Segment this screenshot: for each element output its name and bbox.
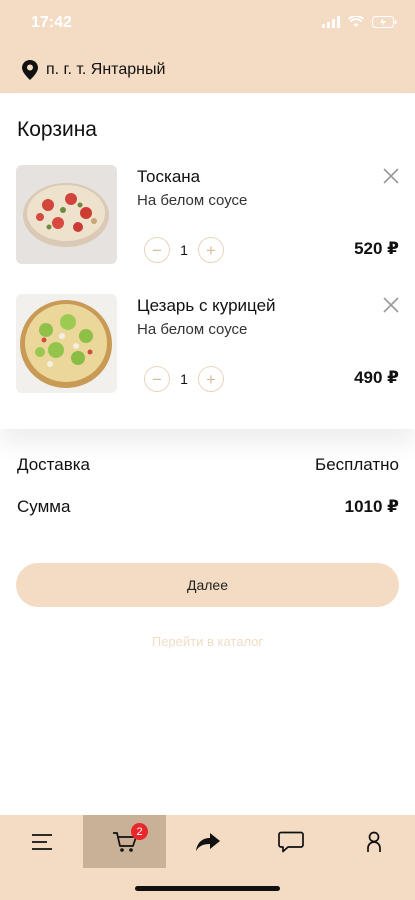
delivery-value: Бесплатно — [315, 455, 399, 474]
remove-item-button[interactable] — [380, 294, 402, 316]
decrease-quantity-button[interactable]: − — [144, 366, 170, 392]
quantity-stepper: − 1 + — [144, 237, 224, 263]
decrease-quantity-button[interactable]: − — [144, 237, 170, 263]
location-text: п. г. т. Янтарный — [46, 61, 166, 78]
pizza-toscana-image — [16, 165, 117, 264]
location-selector[interactable]: п. г. т. Янтарный — [22, 60, 165, 80]
item-description: На белом соусе — [137, 321, 248, 338]
cart-item: Тоскана На белом соусе − 1 + 520 ₽ — [0, 165, 415, 275]
item-description: На белом соусе — [137, 192, 248, 209]
remove-item-button[interactable] — [380, 165, 402, 187]
menu-icon — [31, 833, 52, 850]
plus-icon: + — [206, 369, 216, 389]
plus-icon: + — [206, 240, 216, 260]
chat-icon — [277, 831, 304, 852]
profile-icon — [366, 831, 381, 852]
status-bar: 17:42 — [0, 0, 415, 46]
total-label: Сумма — [17, 497, 71, 516]
signal-icon — [322, 16, 340, 28]
map-pin-icon — [22, 60, 38, 80]
minus-icon: − — [152, 369, 162, 389]
delivery-label: Доставка — [17, 455, 91, 474]
tab-share[interactable] — [166, 815, 249, 868]
tab-cart[interactable]: 2 — [83, 815, 166, 868]
close-icon — [383, 297, 399, 313]
header: 17:42 п. г. т. Янтарный — [0, 0, 415, 93]
cart-item: Цезарь с курицей На белом соусе − 1 + 49… — [0, 294, 415, 404]
item-price: 520 ₽ — [354, 239, 399, 258]
item-name: Цезарь с курицей — [137, 296, 276, 315]
share-icon — [195, 832, 220, 851]
close-icon — [383, 168, 399, 184]
pizza-caesar-image — [16, 294, 117, 393]
next-button[interactable]: Далее — [16, 563, 399, 607]
status-time: 17:42 — [31, 14, 72, 31]
increase-quantity-button[interactable]: + — [198, 366, 224, 392]
tab-profile[interactable] — [332, 815, 415, 868]
cart-card: Корзина Тоскана На белом соусе − 1 + 520… — [0, 93, 415, 429]
tab-menu[interactable] — [0, 815, 83, 868]
battery-icon — [372, 16, 397, 28]
item-name: Тоскана — [137, 167, 201, 186]
increase-quantity-button[interactable]: + — [198, 237, 224, 263]
total-row: Сумма 1010 ₽ — [17, 497, 399, 517]
go-to-catalog-link[interactable]: Перейти в каталог — [0, 634, 415, 649]
home-indicator — [135, 886, 280, 891]
quantity-value: 1 — [180, 371, 188, 387]
item-price: 490 ₽ — [354, 368, 399, 387]
cart-title: Корзина — [17, 118, 97, 141]
minus-icon: − — [152, 240, 162, 260]
status-icons — [322, 16, 397, 28]
quantity-stepper: − 1 + — [144, 366, 224, 392]
delivery-row: Доставка Бесплатно — [17, 455, 399, 475]
wifi-icon — [348, 16, 364, 27]
tab-chat[interactable] — [249, 815, 332, 868]
total-value: 1010 ₽ — [344, 497, 399, 516]
cart-count-badge: 2 — [131, 823, 148, 840]
quantity-value: 1 — [180, 242, 188, 258]
